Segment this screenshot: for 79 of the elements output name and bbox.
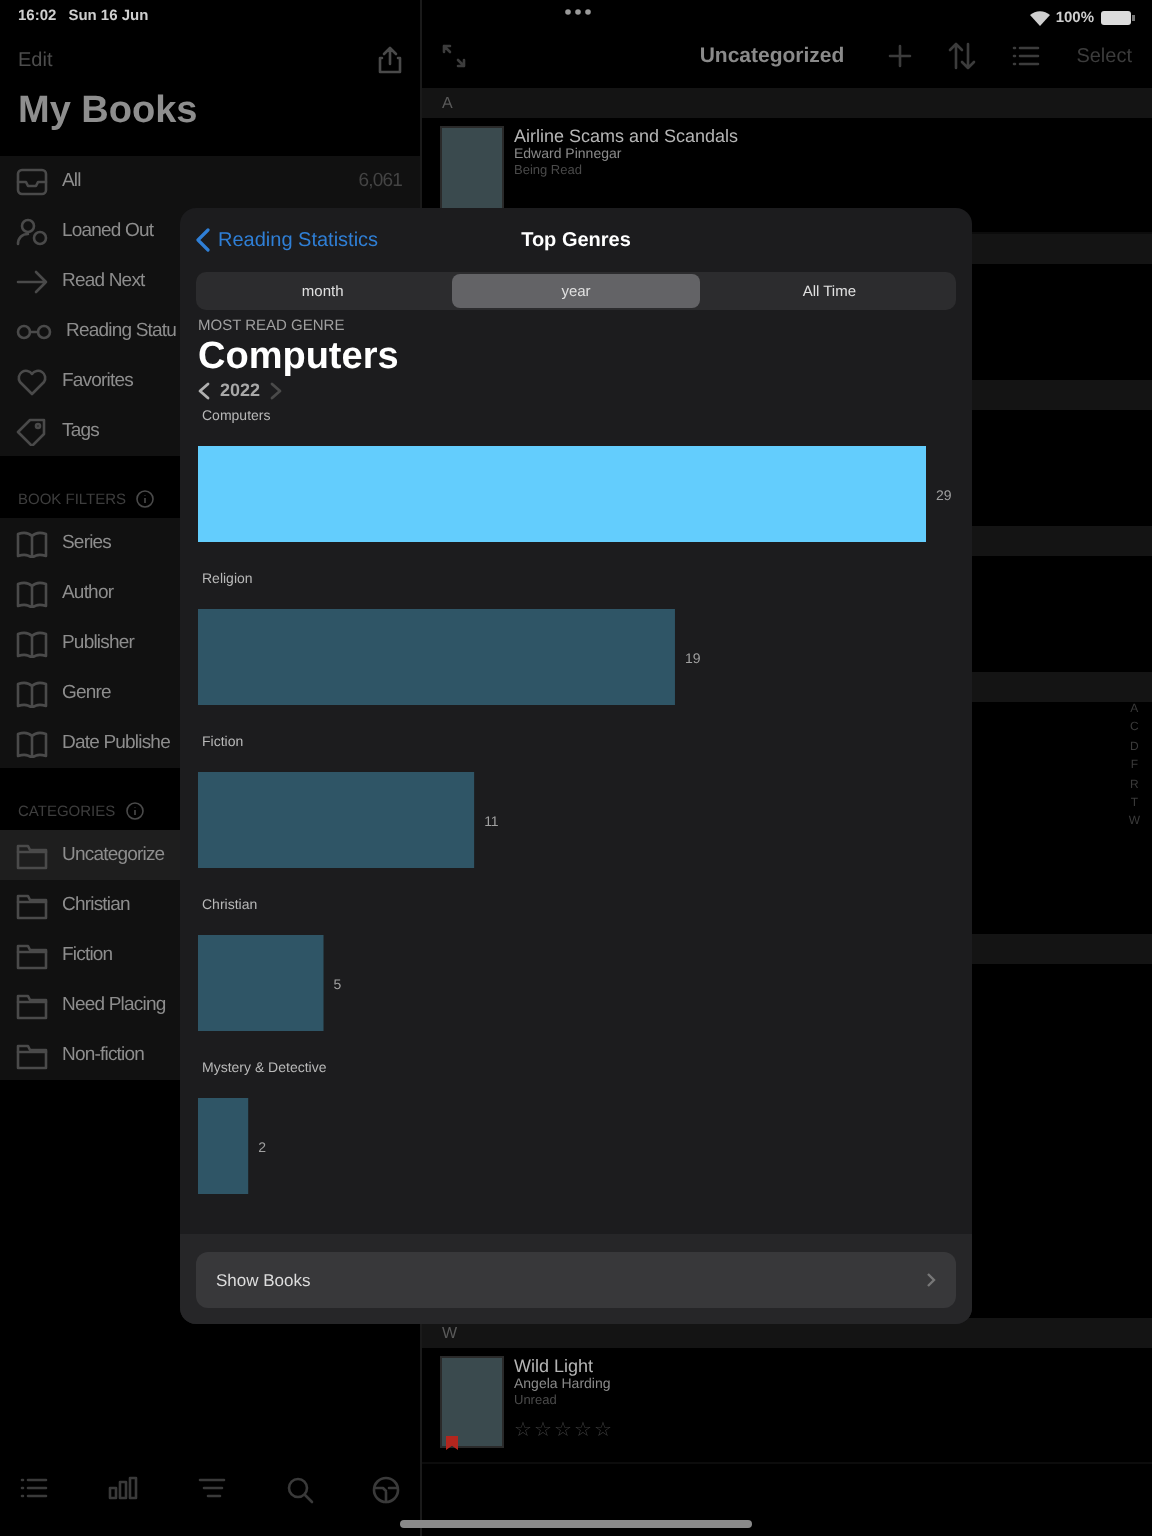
search-icon — [285, 1476, 313, 1504]
share-icon — [378, 46, 402, 74]
library-item-label: Loaned Out — [62, 220, 154, 242]
category-label: Fiction — [62, 944, 113, 966]
category-item[interactable]: Uncategorize — [0, 830, 180, 880]
folder-icon — [16, 891, 48, 919]
year-label: 2022 — [220, 380, 261, 400]
info-icon — [136, 490, 155, 508]
steering-wheel-icon — [372, 1476, 400, 1504]
category-item[interactable]: Need Placing — [0, 980, 180, 1030]
library-item[interactable]: Read Next — [0, 256, 180, 306]
person-icon — [16, 217, 48, 245]
category-label: Christian — [62, 894, 130, 916]
filter-label: Author — [62, 582, 114, 604]
heart-icon — [16, 367, 48, 395]
book-icon — [16, 629, 48, 657]
back-chevron-icon — [196, 228, 210, 252]
book-icon — [16, 579, 48, 607]
sort-icon — [948, 42, 977, 70]
expand-icon — [442, 44, 466, 68]
list-title: Uncategorized — [699, 44, 845, 68]
plus-icon — [888, 44, 913, 68]
library-item[interactable]: Loaned Out — [0, 206, 180, 256]
filter-item[interactable]: Publisher — [0, 618, 180, 668]
wifi-icon — [1029, 9, 1050, 25]
left-chevron-icon[interactable] — [198, 381, 210, 399]
list-icon — [1012, 44, 1041, 68]
book-icon — [16, 729, 48, 757]
tag-icon — [16, 417, 48, 445]
filter-label: Genre — [62, 682, 111, 704]
filter-label: Date Publishe — [62, 732, 170, 754]
library-item-label: All — [62, 170, 81, 192]
bar-chart-icon — [107, 1476, 139, 1500]
info-icon — [125, 802, 144, 820]
tray-icon — [16, 167, 48, 195]
category-label: Uncategorize — [62, 844, 165, 866]
bar[interactable] — [198, 446, 926, 542]
chevron-icon — [926, 1272, 936, 1288]
back-button[interactable]: Reading Statistics — [196, 228, 379, 252]
folder-icon — [16, 841, 48, 869]
category-label: Need Placing — [62, 994, 166, 1016]
filter-item[interactable]: Date Publishe — [0, 718, 180, 768]
folder-icon — [16, 941, 48, 969]
bar[interactable] — [198, 772, 475, 868]
more-dots-icon — [564, 8, 592, 16]
lines-icon — [198, 1476, 226, 1500]
library-item[interactable]: Reading Statu — [0, 306, 180, 356]
library-item-label: Favorites — [62, 370, 133, 392]
show-books-button[interactable]: Show Books — [196, 1252, 956, 1308]
book-icon — [16, 679, 48, 707]
filter-item[interactable]: Series — [0, 518, 180, 568]
filter-item[interactable]: Author — [0, 568, 180, 618]
bar[interactable] — [198, 935, 324, 1031]
bar[interactable] — [198, 1098, 249, 1194]
battery-icon — [1100, 9, 1136, 25]
category-item[interactable]: Christian — [0, 880, 180, 930]
category-item[interactable]: Fiction — [0, 930, 180, 980]
filter-item[interactable]: Genre — [0, 668, 180, 718]
book-icon — [16, 529, 48, 557]
list-icon — [20, 1476, 48, 1500]
arrow-icon — [16, 267, 48, 295]
folder-icon — [16, 1041, 48, 1069]
library-item-label: Read Next — [62, 270, 145, 292]
library-item-label: Tags — [62, 420, 99, 442]
top-genre: Computers — [198, 336, 401, 378]
book-title: Airline Scams and Scandals — [514, 126, 739, 146]
filter-label: Publisher — [62, 632, 135, 654]
modal-title: Top Genres — [521, 229, 631, 251]
bar[interactable] — [198, 609, 675, 705]
book-title: Wild Light — [514, 1356, 596, 1376]
library-item[interactable]: Tags — [0, 406, 180, 456]
folder-icon — [16, 991, 48, 1019]
category-label: Non-fiction — [62, 1044, 145, 1066]
filter-label: Series — [62, 532, 112, 554]
library-item-label: Reading Statu — [66, 320, 177, 342]
category-item[interactable]: Non-fiction — [0, 1030, 180, 1080]
section-header: A — [422, 88, 1152, 118]
sidebar-title: My Books — [16, 88, 200, 136]
library-item[interactable]: Favorites — [0, 356, 180, 406]
